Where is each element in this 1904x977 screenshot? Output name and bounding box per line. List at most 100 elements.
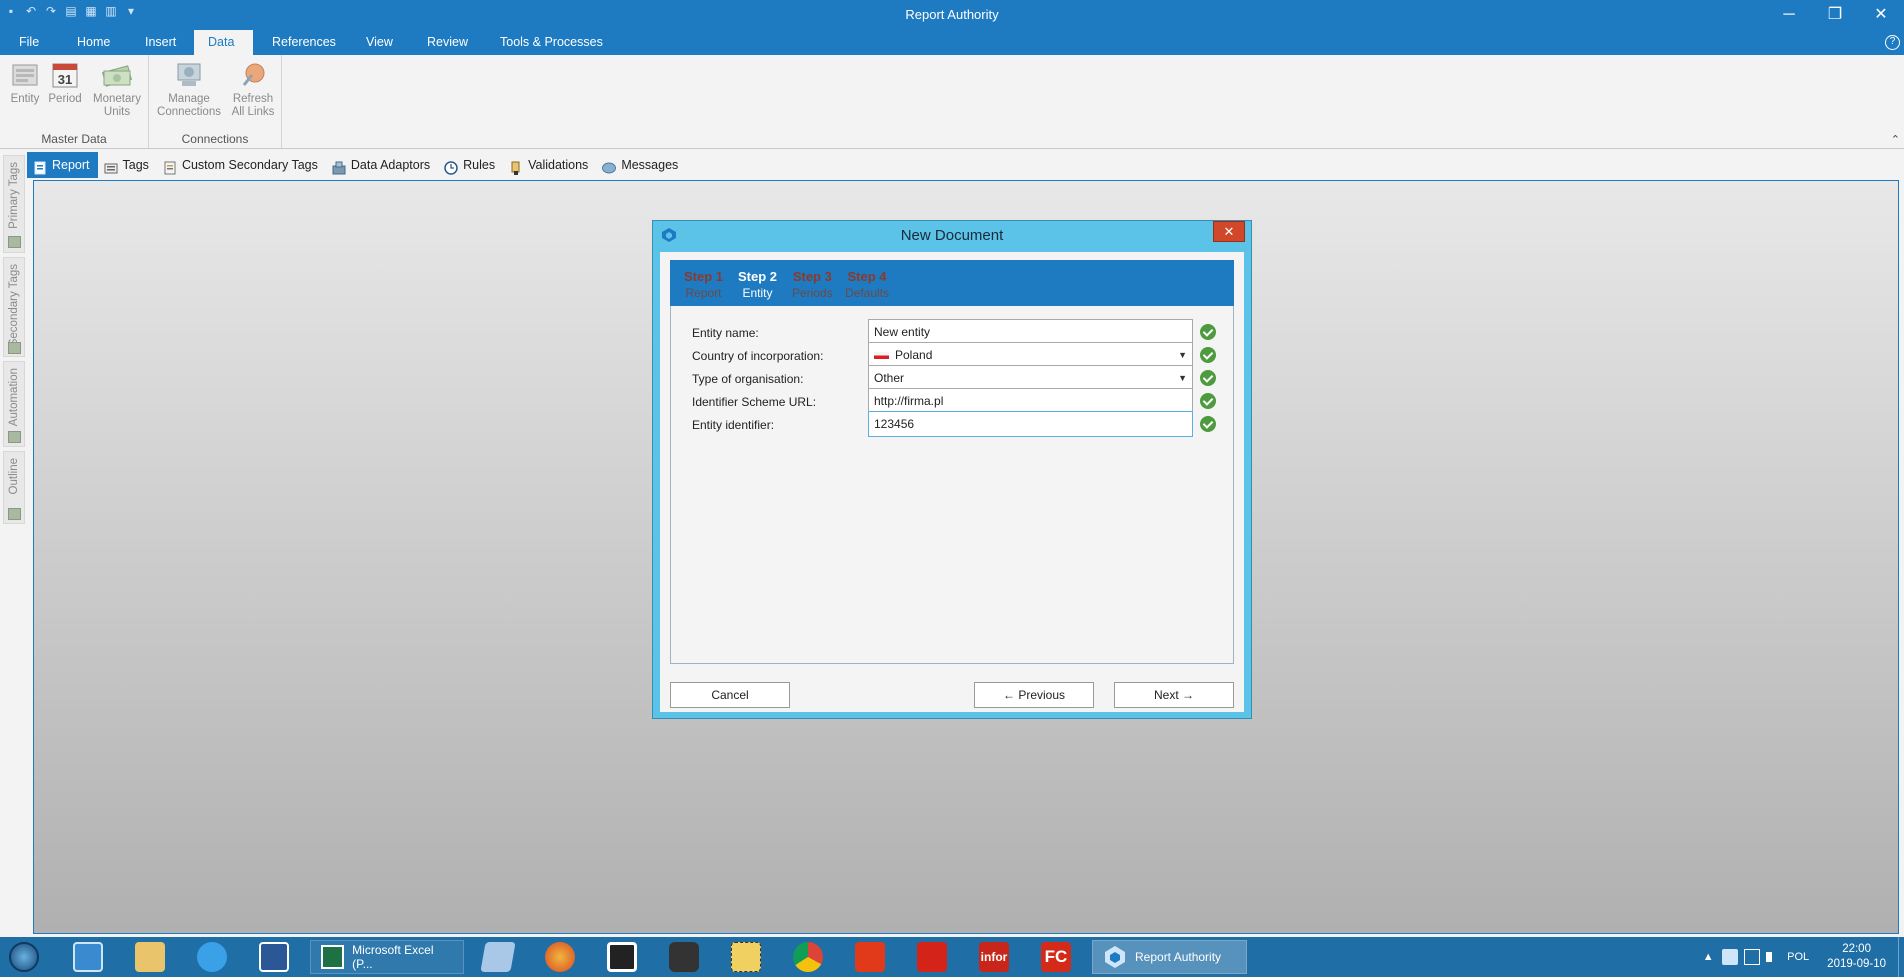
side-tab-automation[interactable]: Automation bbox=[3, 361, 25, 447]
tab-file[interactable]: File bbox=[5, 30, 53, 55]
subtab-custom-secondary-tags[interactable]: Custom Secondary Tags bbox=[157, 152, 326, 178]
manage-connections-button[interactable]: Manage Connections bbox=[154, 61, 224, 119]
taskbar-fc[interactable]: FC bbox=[1032, 940, 1080, 974]
step-3[interactable]: Step 3 Periods bbox=[792, 269, 833, 301]
fc-icon: FC bbox=[1041, 942, 1071, 972]
language-indicator[interactable]: POL bbox=[1787, 949, 1809, 965]
dialog-close-button[interactable]: ✕ bbox=[1213, 221, 1245, 242]
valid-check-icon bbox=[1200, 416, 1216, 432]
valid-check-icon bbox=[1200, 393, 1216, 409]
previous-button[interactable]: ← Previous bbox=[974, 682, 1094, 708]
taskbar-notebook[interactable] bbox=[474, 940, 522, 974]
close-button[interactable]: ✕ bbox=[1858, 0, 1904, 30]
document-tabs: Report Tags Custom Secondary Tags Data A… bbox=[27, 150, 686, 180]
country-label: Country of incorporation: bbox=[692, 349, 824, 363]
subtab-report[interactable]: Report bbox=[27, 152, 98, 178]
group-label: Connections bbox=[181, 132, 249, 146]
refresh-all-links-button[interactable]: Refresh All Links bbox=[227, 61, 279, 119]
entity-identifier-label: Entity identifier: bbox=[692, 418, 775, 432]
tool-icon bbox=[731, 942, 761, 972]
office-icon bbox=[855, 942, 885, 972]
tray-network-icon[interactable] bbox=[1744, 949, 1761, 965]
step-2[interactable]: Step 2 Entity bbox=[738, 269, 777, 301]
minimize-button[interactable]: ─ bbox=[1766, 0, 1812, 30]
dropdown-arrow-icon[interactable]: ▼ bbox=[1178, 373, 1187, 383]
subtab-rules[interactable]: Rules bbox=[438, 152, 503, 178]
valid-check-icon bbox=[1200, 370, 1216, 386]
maximize-button[interactable]: ❐ bbox=[1812, 0, 1858, 30]
taskbar-report-authority[interactable]: Report Authority bbox=[1092, 940, 1247, 974]
primary-tags-icon bbox=[8, 236, 21, 248]
tab-view[interactable]: View bbox=[352, 30, 407, 55]
entity-form: Entity name: Country of incorporation: P… bbox=[670, 306, 1234, 664]
dropdown-arrow-icon[interactable]: ▼ bbox=[1178, 350, 1187, 360]
tab-data[interactable]: Data bbox=[194, 30, 253, 55]
organisation-type-label: Type of organisation: bbox=[692, 372, 804, 386]
outline-icon bbox=[8, 508, 21, 520]
acrobat-icon bbox=[917, 942, 947, 972]
start-button[interactable] bbox=[0, 940, 48, 974]
report-authority-icon bbox=[1103, 945, 1127, 969]
taskbar-app[interactable] bbox=[598, 940, 646, 974]
new-document-dialog: New Document ✕ Step 1 Report Step 2 Enti… bbox=[652, 220, 1252, 719]
subtab-data-adaptors[interactable]: Data Adaptors bbox=[326, 152, 438, 178]
subtab-messages[interactable]: Messages bbox=[596, 152, 686, 178]
period-button[interactable]: 31 Period bbox=[40, 61, 90, 106]
chrome-icon bbox=[793, 942, 823, 972]
step-1[interactable]: Step 1 Report bbox=[684, 269, 723, 301]
dialog-title: New Document bbox=[900, 227, 1004, 244]
side-tab-secondary-tags[interactable]: Secondary Tags bbox=[3, 257, 25, 357]
help-icon[interactable]: ? bbox=[1885, 35, 1900, 50]
taskbar-word[interactable] bbox=[250, 940, 298, 974]
taskbar-explorer[interactable] bbox=[126, 940, 174, 974]
entity-icon bbox=[10, 61, 40, 89]
tab-references[interactable]: References bbox=[258, 30, 350, 55]
subtab-validations[interactable]: Validations bbox=[503, 152, 596, 178]
taskbar-office[interactable] bbox=[846, 940, 894, 974]
taskbar-acrobat[interactable] bbox=[908, 940, 956, 974]
subtab-tags[interactable]: Tags bbox=[98, 152, 157, 178]
valid-check-icon bbox=[1200, 324, 1216, 340]
automation-icon bbox=[8, 431, 21, 443]
taskbar-chrome[interactable] bbox=[784, 940, 832, 974]
show-desktop-button[interactable] bbox=[1898, 937, 1904, 977]
tab-insert[interactable]: Insert bbox=[131, 30, 190, 55]
taskbar-tool[interactable] bbox=[722, 940, 770, 974]
taskbar-ie[interactable] bbox=[188, 940, 236, 974]
taskbar-infor[interactable]: infor bbox=[970, 940, 1018, 974]
window-controls: ─ ❐ ✕ bbox=[1766, 0, 1904, 30]
taskbar-network[interactable] bbox=[64, 940, 112, 974]
clock-icon bbox=[444, 158, 458, 175]
taskbar-firefox[interactable] bbox=[536, 940, 584, 974]
tray-overflow-icon[interactable]: ▲ bbox=[1700, 949, 1716, 965]
excel-icon bbox=[321, 945, 345, 969]
tab-tools-processes[interactable]: Tools & Processes bbox=[486, 30, 617, 55]
entity-identifier-input[interactable] bbox=[868, 411, 1193, 437]
tab-home[interactable]: Home bbox=[63, 30, 124, 55]
side-tab-outline[interactable]: Outline bbox=[3, 451, 25, 524]
tray-flag-icon[interactable] bbox=[1722, 949, 1739, 965]
cancel-button[interactable]: Cancel bbox=[670, 682, 790, 708]
firefox-icon bbox=[545, 942, 575, 972]
connections-icon bbox=[174, 61, 204, 89]
monetary-units-button[interactable]: Monetary Units bbox=[91, 61, 143, 119]
entity-name-label: Entity name: bbox=[692, 326, 759, 340]
next-button[interactable]: Next → bbox=[1114, 682, 1234, 708]
tray-volume-icon[interactable] bbox=[1766, 952, 1776, 962]
validations-icon bbox=[509, 158, 523, 175]
group-connections: Manage Connections Refresh All Links Con… bbox=[149, 55, 282, 148]
side-tab-primary-tags[interactable]: Primary Tags bbox=[3, 155, 25, 253]
collapse-ribbon-icon[interactable]: ⌃ bbox=[1891, 133, 1900, 146]
form-row-entity-identifier: Entity identifier: bbox=[671, 411, 1235, 439]
refresh-links-icon bbox=[238, 61, 268, 89]
step-4[interactable]: Step 4 Defaults bbox=[845, 269, 889, 301]
group-label: Master Data bbox=[41, 132, 107, 146]
network-icon bbox=[73, 942, 103, 972]
system-tray: ▲ POL 22:00 2019-09-10 bbox=[1697, 937, 1904, 977]
clock[interactable]: 22:00 2019-09-10 bbox=[1827, 942, 1886, 972]
taskbar-excel[interactable]: Microsoft Excel (P... bbox=[310, 940, 464, 974]
app-title: Report Authority bbox=[905, 7, 999, 22]
tab-review[interactable]: Review bbox=[413, 30, 482, 55]
taskbar-database[interactable] bbox=[660, 940, 708, 974]
wizard-steps: Step 1 Report Step 2 Entity Step 3 Perio… bbox=[670, 260, 1234, 306]
